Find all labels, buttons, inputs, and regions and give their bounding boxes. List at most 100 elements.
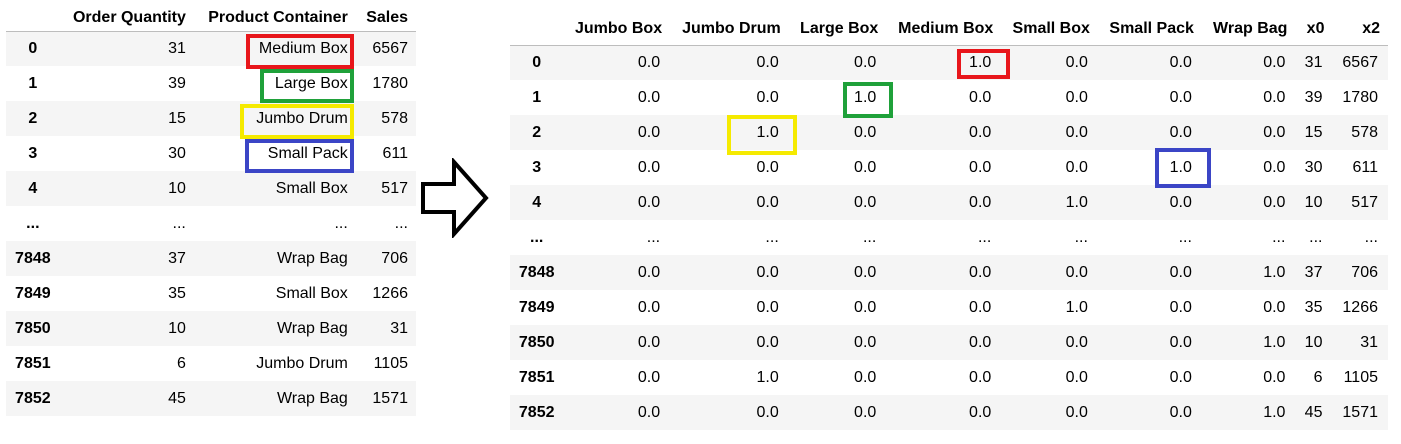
x2-cell: 611 bbox=[1352, 158, 1378, 176]
jumbo-drum-highlight bbox=[240, 104, 354, 139]
jumbo-box-cell: 0.0 bbox=[637, 53, 661, 71]
jumbo-drum-cell: 0.0 bbox=[756, 263, 779, 281]
jumbo-drum-cell: 0.0 bbox=[756, 53, 779, 71]
row-index: 2 bbox=[28, 109, 38, 127]
small-box-cell: 0.0 bbox=[1065, 123, 1088, 141]
medium-box-cell: 0.0 bbox=[969, 193, 992, 211]
table-row: 7852 0.0 0.0 0.0 0.0 0.0 0.0 1.0 45 1571 bbox=[510, 395, 1388, 430]
medium-box-highlight bbox=[246, 34, 354, 69]
row-index: 1 bbox=[28, 74, 38, 92]
large-box-encoded-highlight bbox=[843, 82, 893, 118]
small-box-cell: 0.0 bbox=[1065, 333, 1088, 351]
row-index: ... bbox=[26, 214, 40, 232]
wrap-bag-cell: 0.0 bbox=[1263, 158, 1286, 176]
small-pack-header: Small Pack bbox=[1109, 19, 1194, 37]
small-pack-highlight bbox=[245, 139, 354, 173]
product-container-cell: ... bbox=[334, 214, 348, 232]
small-pack-cell: 0.0 bbox=[1169, 403, 1192, 421]
table-row: 3 0.0 0.0 0.0 0.0 0.0 1.0 0.0 30 611 bbox=[510, 150, 1388, 185]
table-row: 7848 37 Wrap Bag 706 bbox=[6, 241, 416, 276]
x0-cell: 45 bbox=[1304, 403, 1323, 421]
order-quantity-cell: 31 bbox=[168, 39, 186, 57]
row-index: 7849 bbox=[15, 284, 51, 302]
medium-box-encoded-highlight bbox=[957, 49, 1010, 79]
x2-cell: ... bbox=[1364, 228, 1378, 246]
jumbo-box-cell: 0.0 bbox=[637, 263, 661, 281]
index-header bbox=[510, 12, 563, 45]
sales-cell: 1266 bbox=[372, 284, 408, 302]
row-index: 0 bbox=[532, 53, 542, 71]
small-box-cell: 0.0 bbox=[1065, 53, 1088, 71]
table-row: 7849 0.0 0.0 0.0 0.0 1.0 0.0 0.0 35 1266 bbox=[510, 290, 1388, 325]
sales-cell: 1105 bbox=[373, 354, 408, 372]
jumbo-drum-cell: 1.0 bbox=[756, 368, 779, 386]
x0-cell: 10 bbox=[1304, 333, 1323, 351]
order-quantity-cell: 37 bbox=[168, 249, 186, 267]
x0-cell: 6 bbox=[1313, 368, 1323, 386]
sales-cell: 6567 bbox=[372, 39, 408, 57]
medium-box-cell: ... bbox=[977, 228, 992, 246]
small-box-cell: 0.0 bbox=[1065, 88, 1088, 106]
wrap-bag-cell: 0.0 bbox=[1263, 368, 1286, 386]
medium-box-cell: 0.0 bbox=[969, 333, 992, 351]
small-pack-cell: 0.0 bbox=[1169, 193, 1192, 211]
x0-cell: 30 bbox=[1304, 158, 1323, 176]
order-quantity-cell: 10 bbox=[168, 319, 186, 337]
sales-cell: 1780 bbox=[372, 74, 408, 92]
wrap-bag-cell: 0.0 bbox=[1263, 193, 1286, 211]
x0-cell: ... bbox=[1309, 228, 1323, 246]
x2-cell: 578 bbox=[1351, 123, 1378, 141]
medium-box-cell: 0.0 bbox=[969, 263, 992, 281]
order-quantity-cell: 30 bbox=[168, 144, 186, 162]
sales-cell: 1571 bbox=[372, 389, 408, 407]
table-row: 7852 45 Wrap Bag 1571 bbox=[6, 381, 416, 416]
order-quantity-cell: 6 bbox=[176, 354, 186, 372]
large-box-cell: 0.0 bbox=[854, 193, 877, 211]
row-index: 7850 bbox=[518, 333, 555, 351]
large-box-cell: 0.0 bbox=[854, 123, 877, 141]
x2-header: x2 bbox=[1362, 19, 1380, 37]
medium-box-cell: 0.0 bbox=[969, 158, 992, 176]
jumbo-drum-cell: 0.0 bbox=[756, 333, 779, 351]
x2-cell: 1571 bbox=[1342, 403, 1378, 421]
product-container-cell: Small Box bbox=[275, 179, 348, 197]
table-row: 7850 10 Wrap Bag 31 bbox=[6, 311, 416, 346]
small-box-cell: 0.0 bbox=[1065, 368, 1088, 386]
large-box-cell: 0.0 bbox=[854, 158, 877, 176]
wrap-bag-cell: 0.0 bbox=[1263, 88, 1286, 106]
jumbo-box-cell: 0.0 bbox=[637, 158, 661, 176]
large-box-cell: 0.0 bbox=[854, 333, 877, 351]
right-arrow-outline-icon bbox=[421, 158, 489, 238]
order-quantity-cell: 35 bbox=[168, 284, 186, 302]
product-container-cell: Wrap Bag bbox=[276, 319, 348, 337]
row-index: 2 bbox=[532, 123, 542, 141]
ellipsis-row: ... ... ... ... bbox=[6, 206, 416, 241]
wrap-bag-cell: 0.0 bbox=[1263, 53, 1286, 71]
jumbo-drum-cell: 0.0 bbox=[756, 88, 779, 106]
order-quantity-cell: 10 bbox=[168, 179, 186, 197]
sales-cell: 31 bbox=[390, 319, 408, 337]
header-row: Order Quantity Product Container Sales bbox=[6, 0, 416, 31]
sales-cell: 517 bbox=[381, 179, 408, 197]
large-box-cell: 0.0 bbox=[854, 403, 877, 421]
product-container-cell: Wrap Bag bbox=[276, 249, 348, 267]
order-quantity-cell: 15 bbox=[168, 109, 186, 127]
jumbo-drum-cell: 0.0 bbox=[756, 298, 779, 316]
wrap-bag-header: Wrap Bag bbox=[1213, 19, 1288, 37]
jumbo-box-cell: 0.0 bbox=[637, 123, 661, 141]
wrap-bag-cell: 1.0 bbox=[1263, 263, 1286, 281]
small-pack-cell: 0.0 bbox=[1169, 368, 1192, 386]
small-pack-cell: 0.0 bbox=[1169, 333, 1192, 351]
table-row: 7849 35 Small Box 1266 bbox=[6, 276, 416, 311]
jumbo-box-cell: 0.0 bbox=[637, 298, 661, 316]
sales-cell: 578 bbox=[381, 109, 408, 127]
order-quantity-cell: 39 bbox=[168, 74, 186, 92]
small-box-cell: 0.0 bbox=[1065, 263, 1088, 281]
wrap-bag-cell: 0.0 bbox=[1263, 123, 1286, 141]
product-container-header: Product Container bbox=[208, 8, 348, 26]
row-index: 7852 bbox=[15, 389, 51, 407]
table-row: 0 31 Medium Box 6567 bbox=[6, 31, 416, 66]
row-index: 4 bbox=[28, 179, 38, 197]
row-index: ... bbox=[530, 228, 544, 246]
medium-box-cell: 0.0 bbox=[969, 368, 992, 386]
